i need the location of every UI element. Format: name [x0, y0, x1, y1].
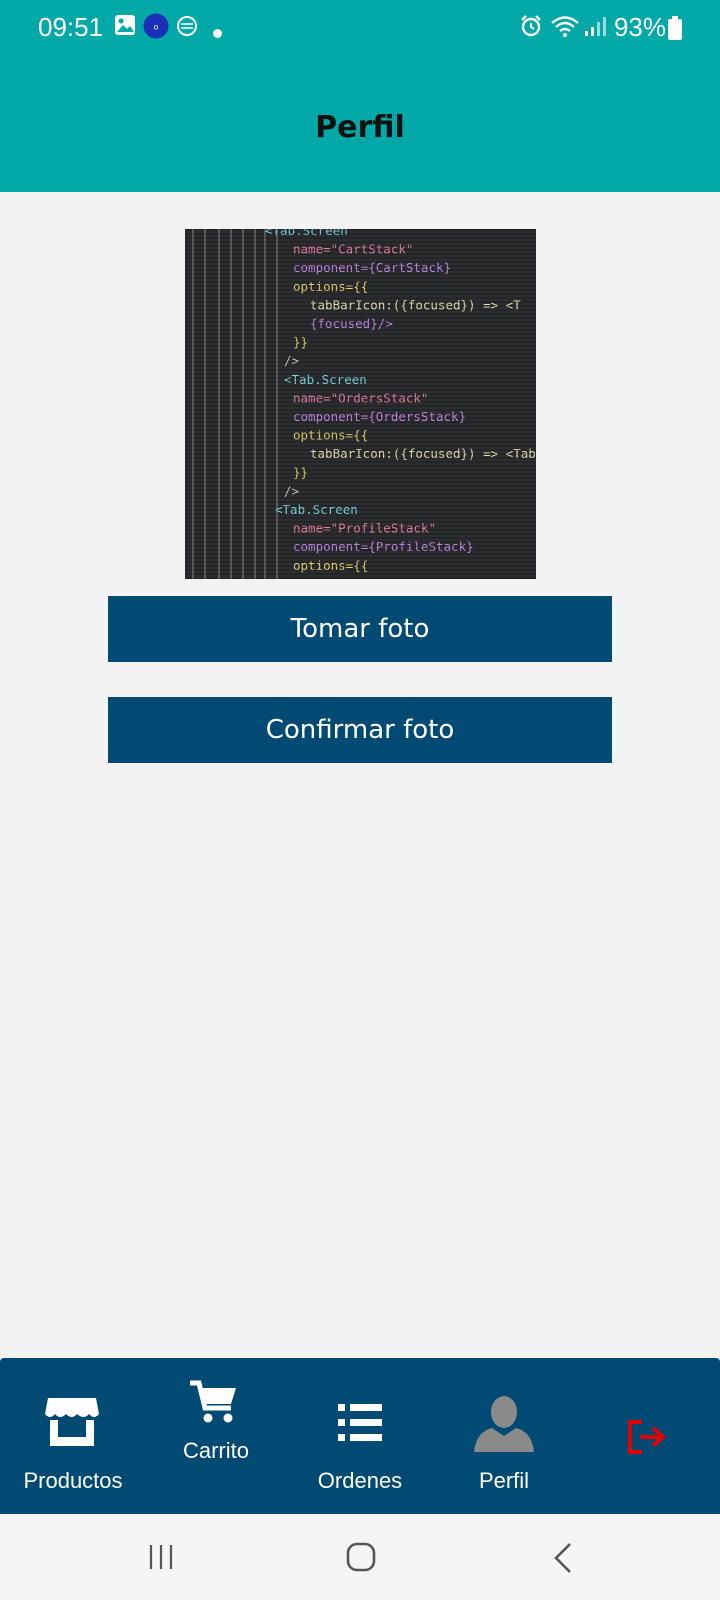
logout-icon — [628, 1420, 668, 1458]
dot-icon — [213, 23, 222, 42]
tab-carrito[interactable]: Carrito — [156, 1358, 276, 1514]
profile-photo-preview: <Tab.Screenname="CartStack"component={Ca… — [185, 229, 536, 579]
confirm-photo-button[interactable]: Confirmar foto — [108, 697, 612, 763]
tab-perfil[interactable]: Perfil — [446, 1358, 562, 1514]
battery-icon — [668, 16, 682, 44]
bottom-tab-bar: Productos Carrito Ordenes Perfil — [0, 1358, 720, 1514]
tab-label-carrito: Carrito — [182, 1438, 249, 1463]
image-icon — [114, 14, 136, 40]
tab-label-ordenes: Ordenes — [317, 1468, 403, 1493]
list-icon — [338, 1402, 382, 1448]
app-header: Perfil — [0, 56, 720, 192]
store-icon — [44, 1396, 100, 1452]
signal-icon — [584, 16, 606, 42]
tab-ordenes[interactable]: Ordenes — [300, 1358, 420, 1514]
recents-icon[interactable] — [148, 1544, 174, 1574]
app-notification-icon: o — [143, 13, 169, 43]
home-icon[interactable] — [346, 1542, 376, 1576]
photo-code-image: <Tab.Screenname="CartStack"component={Ca… — [185, 229, 536, 579]
page-title: Perfil — [315, 110, 405, 145]
back-icon[interactable] — [553, 1542, 573, 1578]
user-icon — [474, 1392, 534, 1456]
logout-button[interactable] — [600, 1358, 700, 1514]
svg-text:o: o — [154, 23, 159, 32]
take-photo-button[interactable]: Tomar foto — [108, 596, 612, 662]
alarm-icon — [519, 14, 543, 42]
status-time: 09:51 — [38, 12, 104, 42]
vpn-icon — [176, 15, 198, 41]
tab-label-productos: Productos — [23, 1468, 123, 1493]
tab-label-perfil: Perfil — [478, 1468, 530, 1493]
tab-productos[interactable]: Productos — [10, 1358, 136, 1514]
system-nav-bar — [0, 1514, 720, 1600]
status-bar: 09:51 o 93% — [0, 0, 720, 56]
battery-percent: 93% — [613, 12, 666, 42]
cart-icon — [190, 1380, 238, 1428]
wifi-icon — [550, 15, 580, 43]
